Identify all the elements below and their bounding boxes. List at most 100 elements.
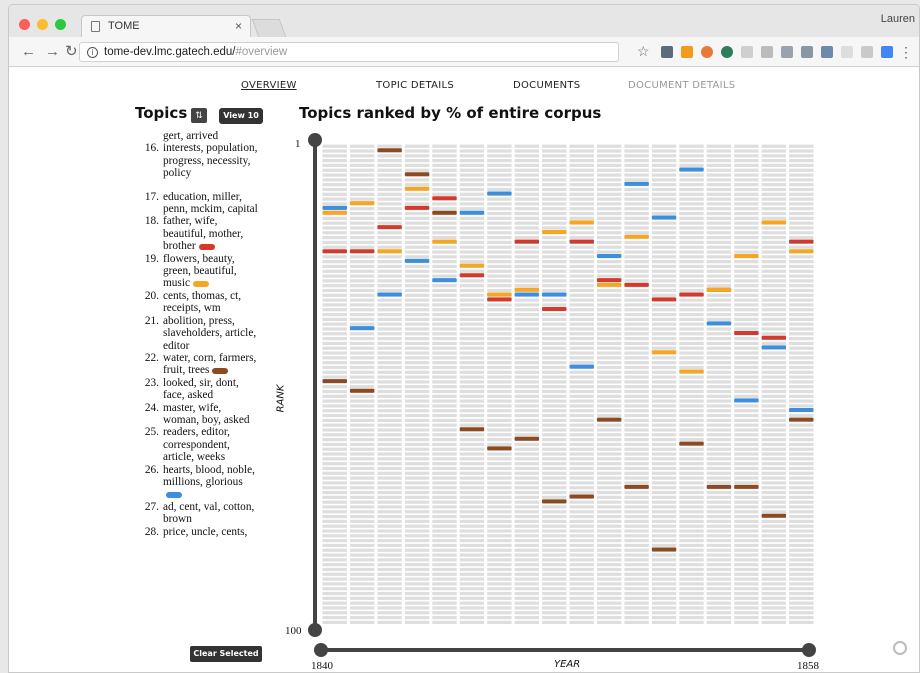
topic-18-rank-mark[interactable] <box>542 306 567 311</box>
forward-icon[interactable]: → <box>45 43 60 60</box>
topic-19-rank-mark[interactable] <box>487 292 512 297</box>
topic-19-rank-mark[interactable] <box>679 369 704 374</box>
topic-19-rank-mark[interactable] <box>569 220 594 225</box>
browser-tab[interactable]: TOME × <box>81 15 251 37</box>
topic-19-rank-mark[interactable] <box>349 201 375 206</box>
topic-22-rank-mark[interactable] <box>569 494 594 499</box>
address-bar[interactable]: i tome-dev.lmc.gatech.edu/#overview <box>79 42 619 62</box>
topic-22-rank-mark[interactable] <box>514 436 540 441</box>
topic-18-rank-mark[interactable] <box>349 249 375 254</box>
extension-icon[interactable] <box>741 46 753 58</box>
bookmark-star-icon[interactable]: ☆ <box>637 43 650 60</box>
topic-22-rank-mark[interactable] <box>679 441 704 446</box>
topic-22-rank-mark[interactable] <box>761 513 787 518</box>
topic-22-rank-mark[interactable] <box>377 148 402 153</box>
extension-icon[interactable] <box>841 46 853 58</box>
topic-26-rank-mark[interactable] <box>432 278 457 283</box>
topic-26-rank-mark[interactable] <box>459 210 485 215</box>
topic-26-rank-mark[interactable] <box>596 254 622 259</box>
topic-18-rank-mark[interactable] <box>377 225 402 230</box>
topic-18-rank-mark[interactable] <box>432 196 457 201</box>
topic-26-rank-mark[interactable] <box>624 181 649 186</box>
topic-26-rank-mark[interactable] <box>542 292 567 297</box>
topic-18-rank-mark[interactable] <box>514 239 540 244</box>
topic-26-rank-mark[interactable] <box>761 345 787 350</box>
minimize-window-icon[interactable] <box>37 19 48 30</box>
extension-icon[interactable] <box>721 46 733 58</box>
topic-22-rank-mark[interactable] <box>542 499 567 504</box>
topic-19-rank-mark[interactable] <box>542 229 567 234</box>
topic-19-rank-mark[interactable] <box>651 350 677 355</box>
topic-22-rank-mark[interactable] <box>432 210 457 215</box>
menu-icon[interactable]: ⋮ <box>899 44 913 61</box>
extension-icon[interactable] <box>761 46 773 58</box>
new-tab-button[interactable] <box>251 19 287 37</box>
topic-19-rank-mark[interactable] <box>404 186 430 191</box>
topic-22-rank-mark[interactable] <box>459 427 485 432</box>
topic-19-rank-mark[interactable] <box>624 234 649 239</box>
close-window-icon[interactable] <box>19 19 30 30</box>
topic-19-rank-mark[interactable] <box>377 249 402 254</box>
rank-chart[interactable] <box>9 68 913 673</box>
back-icon[interactable]: ← <box>21 43 36 60</box>
topic-19-rank-mark[interactable] <box>459 263 485 268</box>
rank-axis-bottom-handle[interactable] <box>308 623 322 637</box>
topic-18-rank-mark[interactable] <box>624 282 649 287</box>
topic-18-rank-mark[interactable] <box>569 239 594 244</box>
extension-icon[interactable] <box>821 46 833 58</box>
topic-26-rank-mark[interactable] <box>651 215 677 220</box>
topic-19-rank-mark[interactable] <box>596 282 622 287</box>
topic-19-rank-mark[interactable] <box>734 254 759 259</box>
topic-26-rank-mark[interactable] <box>514 292 540 297</box>
topic-18-rank-mark[interactable] <box>734 330 759 335</box>
topic-19-rank-mark[interactable] <box>514 287 540 292</box>
topic-19-rank-mark[interactable] <box>322 210 347 215</box>
topic-18-rank-mark[interactable] <box>789 239 814 244</box>
topic-18-rank-mark[interactable] <box>404 205 430 210</box>
topic-18-rank-mark[interactable] <box>459 273 485 278</box>
close-tab-icon[interactable]: × <box>235 19 242 33</box>
topic-22-rank-mark[interactable] <box>404 172 430 177</box>
topic-22-rank-mark[interactable] <box>651 547 677 552</box>
topic-26-rank-mark[interactable] <box>789 407 814 412</box>
topic-22-rank-mark[interactable] <box>487 446 512 451</box>
extension-icon[interactable] <box>781 46 793 58</box>
maximize-window-icon[interactable] <box>55 19 66 30</box>
user-name[interactable]: Lauren <box>881 13 915 25</box>
topic-22-rank-mark[interactable] <box>596 417 622 422</box>
extension-icon[interactable] <box>681 46 693 58</box>
topic-18-rank-mark[interactable] <box>761 335 787 340</box>
topic-26-rank-mark[interactable] <box>377 292 402 297</box>
topic-26-rank-mark[interactable] <box>679 167 704 172</box>
topic-18-rank-mark[interactable] <box>596 278 622 283</box>
topic-18-rank-mark[interactable] <box>487 297 512 302</box>
reload-icon[interactable]: ↻ <box>65 42 78 60</box>
topic-18-rank-mark[interactable] <box>651 297 677 302</box>
topic-26-rank-mark[interactable] <box>569 364 594 369</box>
info-icon[interactable]: i <box>87 47 98 58</box>
topic-19-rank-mark[interactable] <box>706 287 732 292</box>
topic-26-rank-mark[interactable] <box>349 326 375 331</box>
extension-icon[interactable] <box>881 46 893 58</box>
topic-18-rank-mark[interactable] <box>322 249 347 254</box>
topic-26-rank-mark[interactable] <box>734 398 759 403</box>
topic-22-rank-mark[interactable] <box>706 484 732 489</box>
year-start-handle[interactable] <box>314 643 328 657</box>
topic-19-rank-mark[interactable] <box>432 239 457 244</box>
topic-19-rank-mark[interactable] <box>789 249 814 254</box>
topic-22-rank-mark[interactable] <box>349 388 375 393</box>
topic-19-rank-mark[interactable] <box>761 220 787 225</box>
rank-axis-top-handle[interactable] <box>308 133 322 147</box>
topic-22-rank-mark[interactable] <box>734 484 759 489</box>
topic-22-rank-mark[interactable] <box>322 379 347 384</box>
year-end-handle[interactable] <box>802 643 816 657</box>
extension-icon[interactable] <box>701 46 713 58</box>
topic-22-rank-mark[interactable] <box>789 417 814 422</box>
extension-icon[interactable] <box>861 46 873 58</box>
topic-18-rank-mark[interactable] <box>679 292 704 297</box>
topic-26-rank-mark[interactable] <box>706 321 732 326</box>
extension-icon[interactable] <box>801 46 813 58</box>
topic-22-rank-mark[interactable] <box>624 484 649 489</box>
topic-26-rank-mark[interactable] <box>404 258 430 263</box>
topic-26-rank-mark[interactable] <box>487 191 512 196</box>
